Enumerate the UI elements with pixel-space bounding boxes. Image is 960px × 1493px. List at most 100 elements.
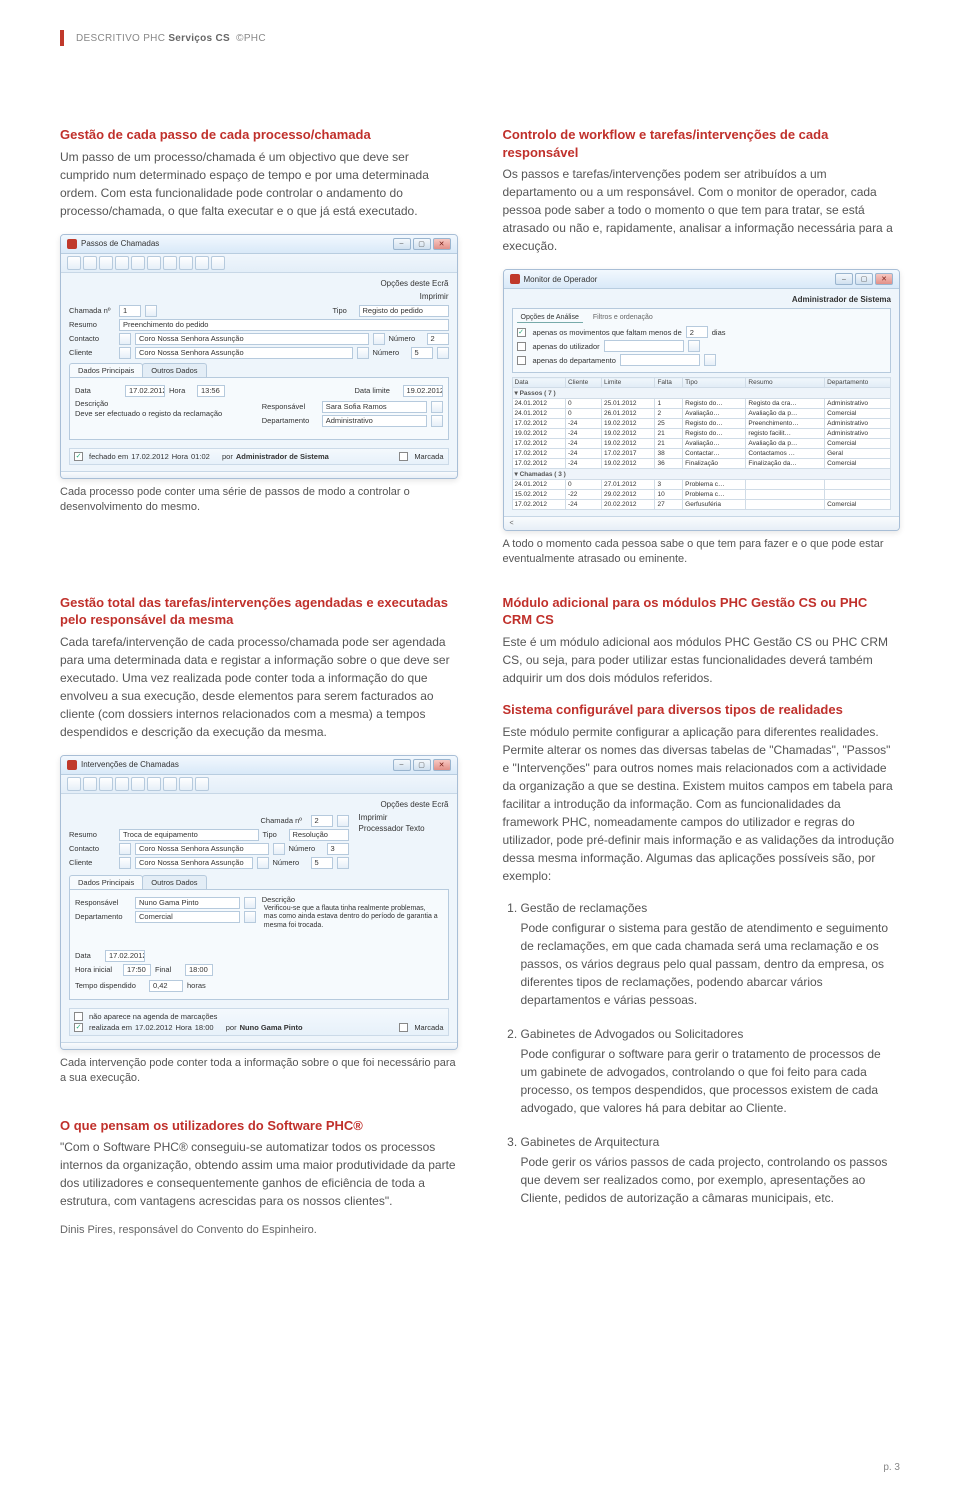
tab-filtros[interactable]: Filtros e ordenação (589, 313, 657, 323)
departamento-field[interactable]: Administrativo (322, 415, 427, 427)
contacto-field[interactable]: Coro Nossa Senhora Assunção (135, 843, 269, 855)
toolbar-button[interactable] (211, 256, 225, 270)
col-resumo[interactable]: Resumo (746, 378, 825, 388)
proce-texto-button[interactable]: Processador Texto (359, 824, 449, 833)
desc-field[interactable]: Verificou-se que a flauta tinha realment… (262, 904, 443, 944)
hora-inicial-field[interactable]: 17:50 (123, 964, 151, 976)
col-departamento[interactable]: Departamento (825, 378, 891, 388)
cliente-field[interactable]: Coro Nossa Senhora Assunção (135, 347, 353, 359)
cliente-field[interactable]: Coro Nossa Senhora Assunção (135, 857, 253, 869)
dias-field[interactable]: 2 (686, 326, 708, 338)
realizada-checkbox[interactable]: ✓ (74, 1023, 83, 1032)
toolbar-button[interactable] (131, 256, 145, 270)
lookup-button[interactable] (257, 857, 269, 869)
chamada-field[interactable]: 2 (311, 815, 333, 827)
tipo-field[interactable]: Resolução (289, 829, 349, 841)
departamento-field[interactable]: Comercial (135, 911, 240, 923)
toolbar-button[interactable] (67, 256, 81, 270)
toolbar-button[interactable] (83, 256, 97, 270)
toolbar-button[interactable] (163, 777, 177, 791)
col-cliente[interactable]: Cliente (566, 378, 602, 388)
lookup-button[interactable] (357, 347, 369, 359)
toolbar-button[interactable] (147, 777, 161, 791)
data-field[interactable]: 17.02.2012 (125, 385, 165, 397)
table-row[interactable]: 24.01.2012027.01.20123Problema c… (512, 480, 891, 490)
toolbar-button[interactable] (131, 777, 145, 791)
toolbar-button[interactable] (115, 256, 129, 270)
resumo-field[interactable]: Troca de equipamento (119, 829, 259, 841)
tab-opcoes-analise[interactable]: Opções de Análise (517, 313, 583, 323)
table-row[interactable]: 19.02.2012-2419.02.201221Registo do…regi… (512, 429, 891, 439)
marcada-checkbox[interactable] (399, 452, 408, 461)
print-button[interactable]: Imprimir (359, 813, 449, 822)
table-row[interactable]: 17.02.2012-2419.02.201221Avaliação…Avali… (512, 439, 891, 449)
hora-final-field[interactable]: 18:00 (185, 964, 213, 976)
chk-departamento[interactable] (517, 356, 526, 365)
toolbar-button[interactable] (195, 777, 209, 791)
toolbar-button[interactable] (195, 256, 209, 270)
toolbar-button[interactable] (83, 777, 97, 791)
departamento-field[interactable] (620, 354, 700, 366)
resumo-field[interactable]: Preenchimento do pedido (119, 319, 449, 331)
toolbar-button[interactable] (163, 256, 177, 270)
numero-field[interactable]: 5 (411, 347, 433, 359)
chk-falta-dias[interactable]: ✓ (517, 328, 526, 337)
tab-outros-dados[interactable]: Outros Dados (142, 363, 206, 377)
maximize-button[interactable]: ▢ (413, 238, 431, 250)
lookup-button[interactable] (273, 843, 285, 855)
maximize-button[interactable]: ▢ (413, 759, 431, 771)
lookup-button[interactable] (119, 347, 131, 359)
lookup-button[interactable] (119, 843, 131, 855)
realizada-data-field[interactable]: 17.02.2012 (135, 1023, 173, 1032)
table-group-row[interactable]: ▾ Passos ( 7 ) (512, 388, 891, 399)
lookup-button[interactable] (337, 815, 349, 827)
table-row[interactable]: 15.02.2012-2229.02.201210Problema c… (512, 490, 891, 500)
toolbar-button[interactable] (99, 256, 113, 270)
col-data[interactable]: Data (512, 378, 566, 388)
toolbar-button[interactable] (179, 777, 193, 791)
dropdown-button[interactable] (431, 401, 443, 413)
close-button[interactable]: ✕ (433, 238, 451, 250)
contacto-field[interactable]: Coro Nossa Senhora Assunção (135, 333, 369, 345)
responsavel-field[interactable]: Sara Sofia Ramos (322, 401, 427, 413)
dropdown-button[interactable] (244, 897, 256, 909)
minimize-button[interactable]: – (835, 273, 853, 285)
maximize-button[interactable]: ▢ (855, 273, 873, 285)
toolbar-button[interactable] (147, 256, 161, 270)
col-tipo[interactable]: Tipo (683, 378, 746, 388)
table-row[interactable]: 17.02.2012-2417.02.201738Contactar…Conta… (512, 449, 891, 459)
hora-field[interactable]: 13:56 (197, 385, 225, 397)
lookup-button[interactable] (145, 305, 157, 317)
dropdown-button[interactable] (704, 354, 716, 366)
table-row[interactable]: 24.01.2012025.01.20121Registo do…Registo… (512, 399, 891, 409)
numero-field[interactable]: 3 (327, 843, 349, 855)
numero-field[interactable]: 2 (427, 333, 449, 345)
toolbar-button[interactable] (179, 256, 193, 270)
minimize-button[interactable]: – (393, 238, 411, 250)
lookup-button[interactable] (437, 347, 449, 359)
fechado-checkbox[interactable]: ✓ (74, 452, 83, 461)
limite-field[interactable]: 19.02.2012 (403, 385, 443, 397)
toolbar-button[interactable] (67, 777, 81, 791)
tipo-field[interactable]: Registo do pedido (359, 305, 449, 317)
toolbar-button[interactable] (115, 777, 129, 791)
data-field[interactable]: 17.02.2012 (105, 950, 145, 962)
marcada-checkbox[interactable] (399, 1023, 408, 1032)
close-button[interactable]: ✕ (875, 273, 893, 285)
utilizador-field[interactable] (604, 340, 684, 352)
realizada-hora-field[interactable]: 18:00 (195, 1023, 223, 1032)
tab-dados-principais[interactable]: Dados Principais (69, 875, 143, 889)
fechado-data-field[interactable]: 17.02.2012 (131, 452, 169, 461)
nao-agenda-checkbox[interactable] (74, 1012, 83, 1021)
tab-dados-principais[interactable]: Dados Principais (69, 363, 143, 377)
lookup-button[interactable] (119, 333, 131, 345)
fechado-hora-field[interactable]: 01:02 (191, 452, 219, 461)
lookup-button[interactable] (119, 857, 131, 869)
desc-field[interactable]: Deve ser efectuado o registo da reclamaç… (75, 408, 256, 434)
toolbar-button[interactable] (99, 777, 113, 791)
table-row[interactable]: 24.01.2012026.01.20122Avaliação…Avaliaçã… (512, 409, 891, 419)
numero-field[interactable]: 5 (311, 857, 333, 869)
dropdown-button[interactable] (244, 911, 256, 923)
print-button[interactable]: Imprimir (420, 292, 449, 301)
col-limite[interactable]: Limite (601, 378, 655, 388)
